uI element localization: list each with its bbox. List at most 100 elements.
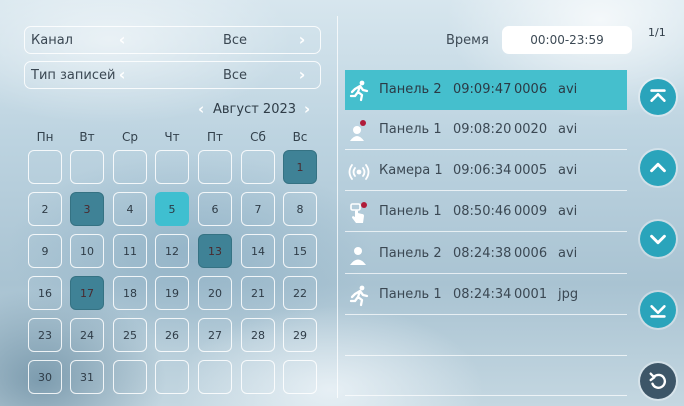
record-row[interactable]: Панель 2 08:24:38 0006 avi bbox=[345, 234, 627, 274]
record-count: 0006 bbox=[514, 82, 548, 97]
calendar-day[interactable]: 17 bbox=[70, 276, 104, 310]
record-extension: avi bbox=[558, 204, 578, 219]
calendar-day[interactable]: 8 bbox=[283, 192, 317, 226]
weekday-label: Вс bbox=[292, 130, 308, 144]
calendar-day[interactable]: 5 bbox=[155, 192, 189, 226]
record-type-next-button[interactable]: › bbox=[293, 65, 311, 84]
record-row[interactable]: Панель 1 08:50:46 0009 avi bbox=[345, 192, 627, 232]
calendar-empty-cell bbox=[113, 360, 147, 394]
record-time: 09:06:34 bbox=[453, 163, 512, 178]
calendar-day[interactable]: 20 bbox=[198, 276, 232, 310]
weekday-label: Пн bbox=[36, 130, 54, 144]
calendar-empty-cell bbox=[70, 150, 104, 184]
calendar-empty-cell bbox=[198, 360, 232, 394]
time-label: Время bbox=[446, 33, 489, 48]
calendar-day[interactable]: 19 bbox=[155, 276, 189, 310]
calendar-day[interactable]: 29 bbox=[283, 318, 317, 352]
record-channel: Камера 1 bbox=[379, 163, 443, 178]
calendar-day[interactable]: 23 bbox=[28, 318, 62, 352]
calendar-day[interactable]: 13 bbox=[198, 234, 232, 268]
calendar-day[interactable]: 24 bbox=[70, 318, 104, 352]
calendar-day[interactable]: 11 bbox=[113, 234, 147, 268]
record-type-prev-button[interactable]: ‹ bbox=[113, 65, 131, 84]
record-count: 0020 bbox=[514, 122, 548, 137]
touch-icon bbox=[347, 201, 371, 223]
back-button[interactable] bbox=[640, 363, 676, 399]
record-row[interactable]: Панель 1 08:24:34 0001 jpg bbox=[345, 275, 627, 315]
double-chevron-down-icon bbox=[650, 305, 666, 318]
calendar-day[interactable]: 27 bbox=[198, 318, 232, 352]
calendar-day[interactable]: 25 bbox=[113, 318, 147, 352]
return-arrow-icon bbox=[649, 372, 667, 389]
record-channel: Панель 2 bbox=[379, 246, 442, 261]
record-type-label: Тип записей bbox=[31, 68, 116, 83]
record-count: 0001 bbox=[514, 287, 548, 302]
chevron-down-icon bbox=[650, 234, 666, 245]
calendar-day[interactable]: 10 bbox=[70, 234, 104, 268]
record-row[interactable]: Камера 1 09:06:34 0005 avi bbox=[345, 151, 627, 191]
calendar-day[interactable]: 21 bbox=[241, 276, 275, 310]
record-time: 08:50:46 bbox=[453, 204, 512, 219]
playback-screen: Канал ‹ Все › Тип записей ‹ Все › ‹ Авгу… bbox=[0, 0, 684, 406]
calendar-day[interactable]: 9 bbox=[28, 234, 62, 268]
calendar-day[interactable]: 2 bbox=[28, 192, 62, 226]
double-chevron-up-icon bbox=[650, 89, 666, 102]
record-channel: Панель 2 bbox=[379, 82, 442, 97]
calendar-day[interactable]: 14 bbox=[241, 234, 275, 268]
calendar-day[interactable]: 31 bbox=[70, 360, 104, 394]
calendar-empty-cell bbox=[113, 150, 147, 184]
channel-prev-button[interactable]: ‹ bbox=[113, 30, 131, 49]
weekday-label: Пт bbox=[206, 130, 223, 144]
channel-next-button[interactable]: › bbox=[293, 30, 311, 49]
record-time: 09:09:47 bbox=[453, 82, 512, 97]
record-extension: avi bbox=[558, 82, 578, 97]
record-channel: Панель 1 bbox=[379, 204, 442, 219]
record-count: 0005 bbox=[514, 163, 548, 178]
month-prev-button[interactable]: ‹ bbox=[198, 100, 204, 118]
page-indicator: 1/1 bbox=[648, 26, 666, 39]
record-row[interactable]: Панель 1 09:08:20 0020 avi bbox=[345, 110, 627, 150]
page-up-button[interactable] bbox=[640, 150, 676, 186]
calendar-day[interactable]: 4 bbox=[113, 192, 147, 226]
calendar-empty-cell bbox=[198, 150, 232, 184]
empty-list-row bbox=[345, 316, 627, 356]
panel-divider bbox=[337, 16, 338, 398]
chevron-up-icon bbox=[650, 162, 666, 173]
motion-icon bbox=[347, 284, 371, 307]
calendar-empty-cell bbox=[241, 150, 275, 184]
calendar-day[interactable]: 6 bbox=[198, 192, 232, 226]
calendar-empty-cell bbox=[283, 360, 317, 394]
record-count: 0009 bbox=[514, 204, 548, 219]
record-time: 09:08:20 bbox=[453, 122, 512, 137]
call-recorded-icon bbox=[347, 119, 371, 141]
record-row[interactable]: Панель 2 09:09:47 0006 avi bbox=[345, 70, 627, 110]
motion-icon bbox=[347, 79, 371, 102]
first-page-button[interactable] bbox=[640, 79, 676, 115]
calendar-empty-cell bbox=[155, 150, 189, 184]
calendar-empty-cell bbox=[155, 360, 189, 394]
person-icon bbox=[347, 243, 371, 265]
page-down-button[interactable] bbox=[640, 221, 676, 257]
calendar-day[interactable]: 7 bbox=[241, 192, 275, 226]
weekday-label: Ср bbox=[122, 130, 138, 144]
calendar-day[interactable]: 22 bbox=[283, 276, 317, 310]
calendar-day[interactable]: 26 bbox=[155, 318, 189, 352]
calendar-day[interactable]: 30 bbox=[28, 360, 62, 394]
month-header: ‹ Август 2023 › bbox=[196, 100, 326, 121]
calendar-day[interactable]: 1 bbox=[283, 150, 317, 184]
month-label: Август 2023 bbox=[213, 102, 297, 117]
calendar-day[interactable]: 28 bbox=[241, 318, 275, 352]
last-page-button[interactable] bbox=[640, 292, 676, 328]
time-range-field[interactable]: 00:00-23:59 bbox=[502, 26, 632, 54]
calendar-day[interactable]: 12 bbox=[155, 234, 189, 268]
month-next-button[interactable]: › bbox=[304, 100, 310, 118]
calendar-day[interactable]: 3 bbox=[70, 192, 104, 226]
record-extension: avi bbox=[558, 163, 578, 178]
record-count: 0006 bbox=[514, 246, 548, 261]
calendar-empty-cell bbox=[28, 150, 62, 184]
channel-label: Канал bbox=[31, 33, 73, 48]
calendar-day[interactable]: 18 bbox=[113, 276, 147, 310]
calendar-day[interactable]: 16 bbox=[28, 276, 62, 310]
record-channel: Панель 1 bbox=[379, 287, 442, 302]
calendar-day[interactable]: 15 bbox=[283, 234, 317, 268]
